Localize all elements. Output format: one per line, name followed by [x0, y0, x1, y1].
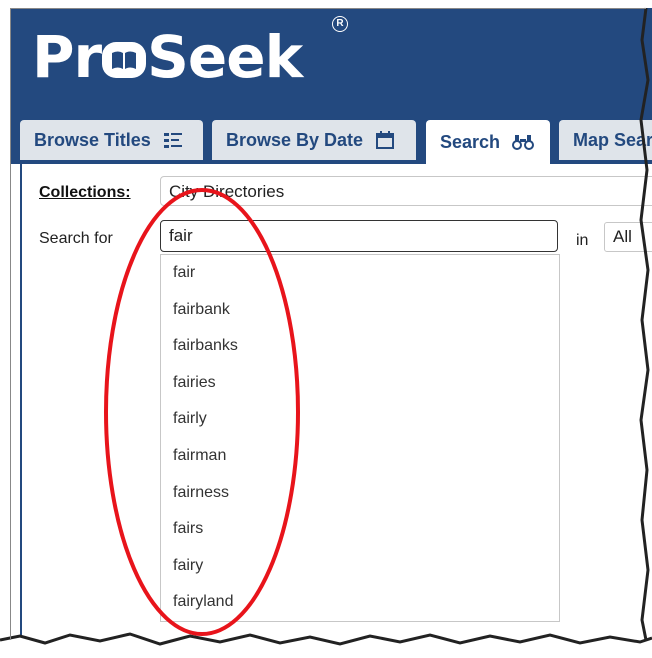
tab-browse-by-date[interactable]: Browse By Date [212, 120, 416, 164]
tab-search[interactable]: Search [426, 120, 550, 164]
search-input[interactable] [160, 220, 558, 252]
search-for-label: Search for [39, 230, 113, 247]
suggestion-item[interactable]: fairness [161, 475, 559, 512]
header-bar: Pr Seek R [10, 8, 652, 108]
suggestion-item[interactable]: fairies [161, 365, 559, 402]
tab-map-search[interactable]: Map Sear [559, 120, 652, 164]
logo-text-end: Seek [147, 23, 303, 91]
tab-browse-titles[interactable]: Browse Titles [20, 120, 203, 164]
screenshot-frame: Pr Seek R Browse Titles Browse By Date S… [10, 8, 652, 648]
calendar-icon [375, 131, 395, 149]
registered-mark: R [332, 16, 348, 32]
logo-text-start: Pr [32, 23, 102, 91]
in-label: in [576, 232, 589, 249]
collections-select[interactable]: City Directories [160, 176, 652, 206]
binoculars-icon [512, 133, 535, 151]
tab-label: Map Sear [573, 129, 652, 150]
tab-label: Browse By Date [226, 129, 364, 150]
suggestion-item[interactable]: fairly [161, 401, 559, 438]
tab-bar: Browse Titles Browse By Date Search Map … [10, 108, 652, 164]
suggestion-item[interactable]: fairman [161, 438, 559, 475]
tab-label: Browse Titles [34, 129, 151, 150]
app-logo[interactable]: Pr Seek [32, 22, 303, 92]
autocomplete-dropdown: fair fairbank fairbanks fairies fairly f… [160, 254, 560, 622]
collections-label: Collections: [39, 184, 131, 201]
field-select[interactable]: All [604, 222, 652, 252]
suggestion-item[interactable]: fairyland [161, 584, 559, 621]
suggestion-item[interactable]: fairbank [161, 292, 559, 329]
book-icon [102, 42, 147, 78]
suggestion-item[interactable]: fair [161, 255, 559, 292]
suggestion-item[interactable]: fairbanks [161, 328, 559, 365]
tab-label: Search [440, 131, 501, 152]
suggestion-item[interactable]: fairs [161, 511, 559, 548]
list-icon [163, 131, 183, 149]
suggestion-item[interactable]: fairy [161, 548, 559, 585]
